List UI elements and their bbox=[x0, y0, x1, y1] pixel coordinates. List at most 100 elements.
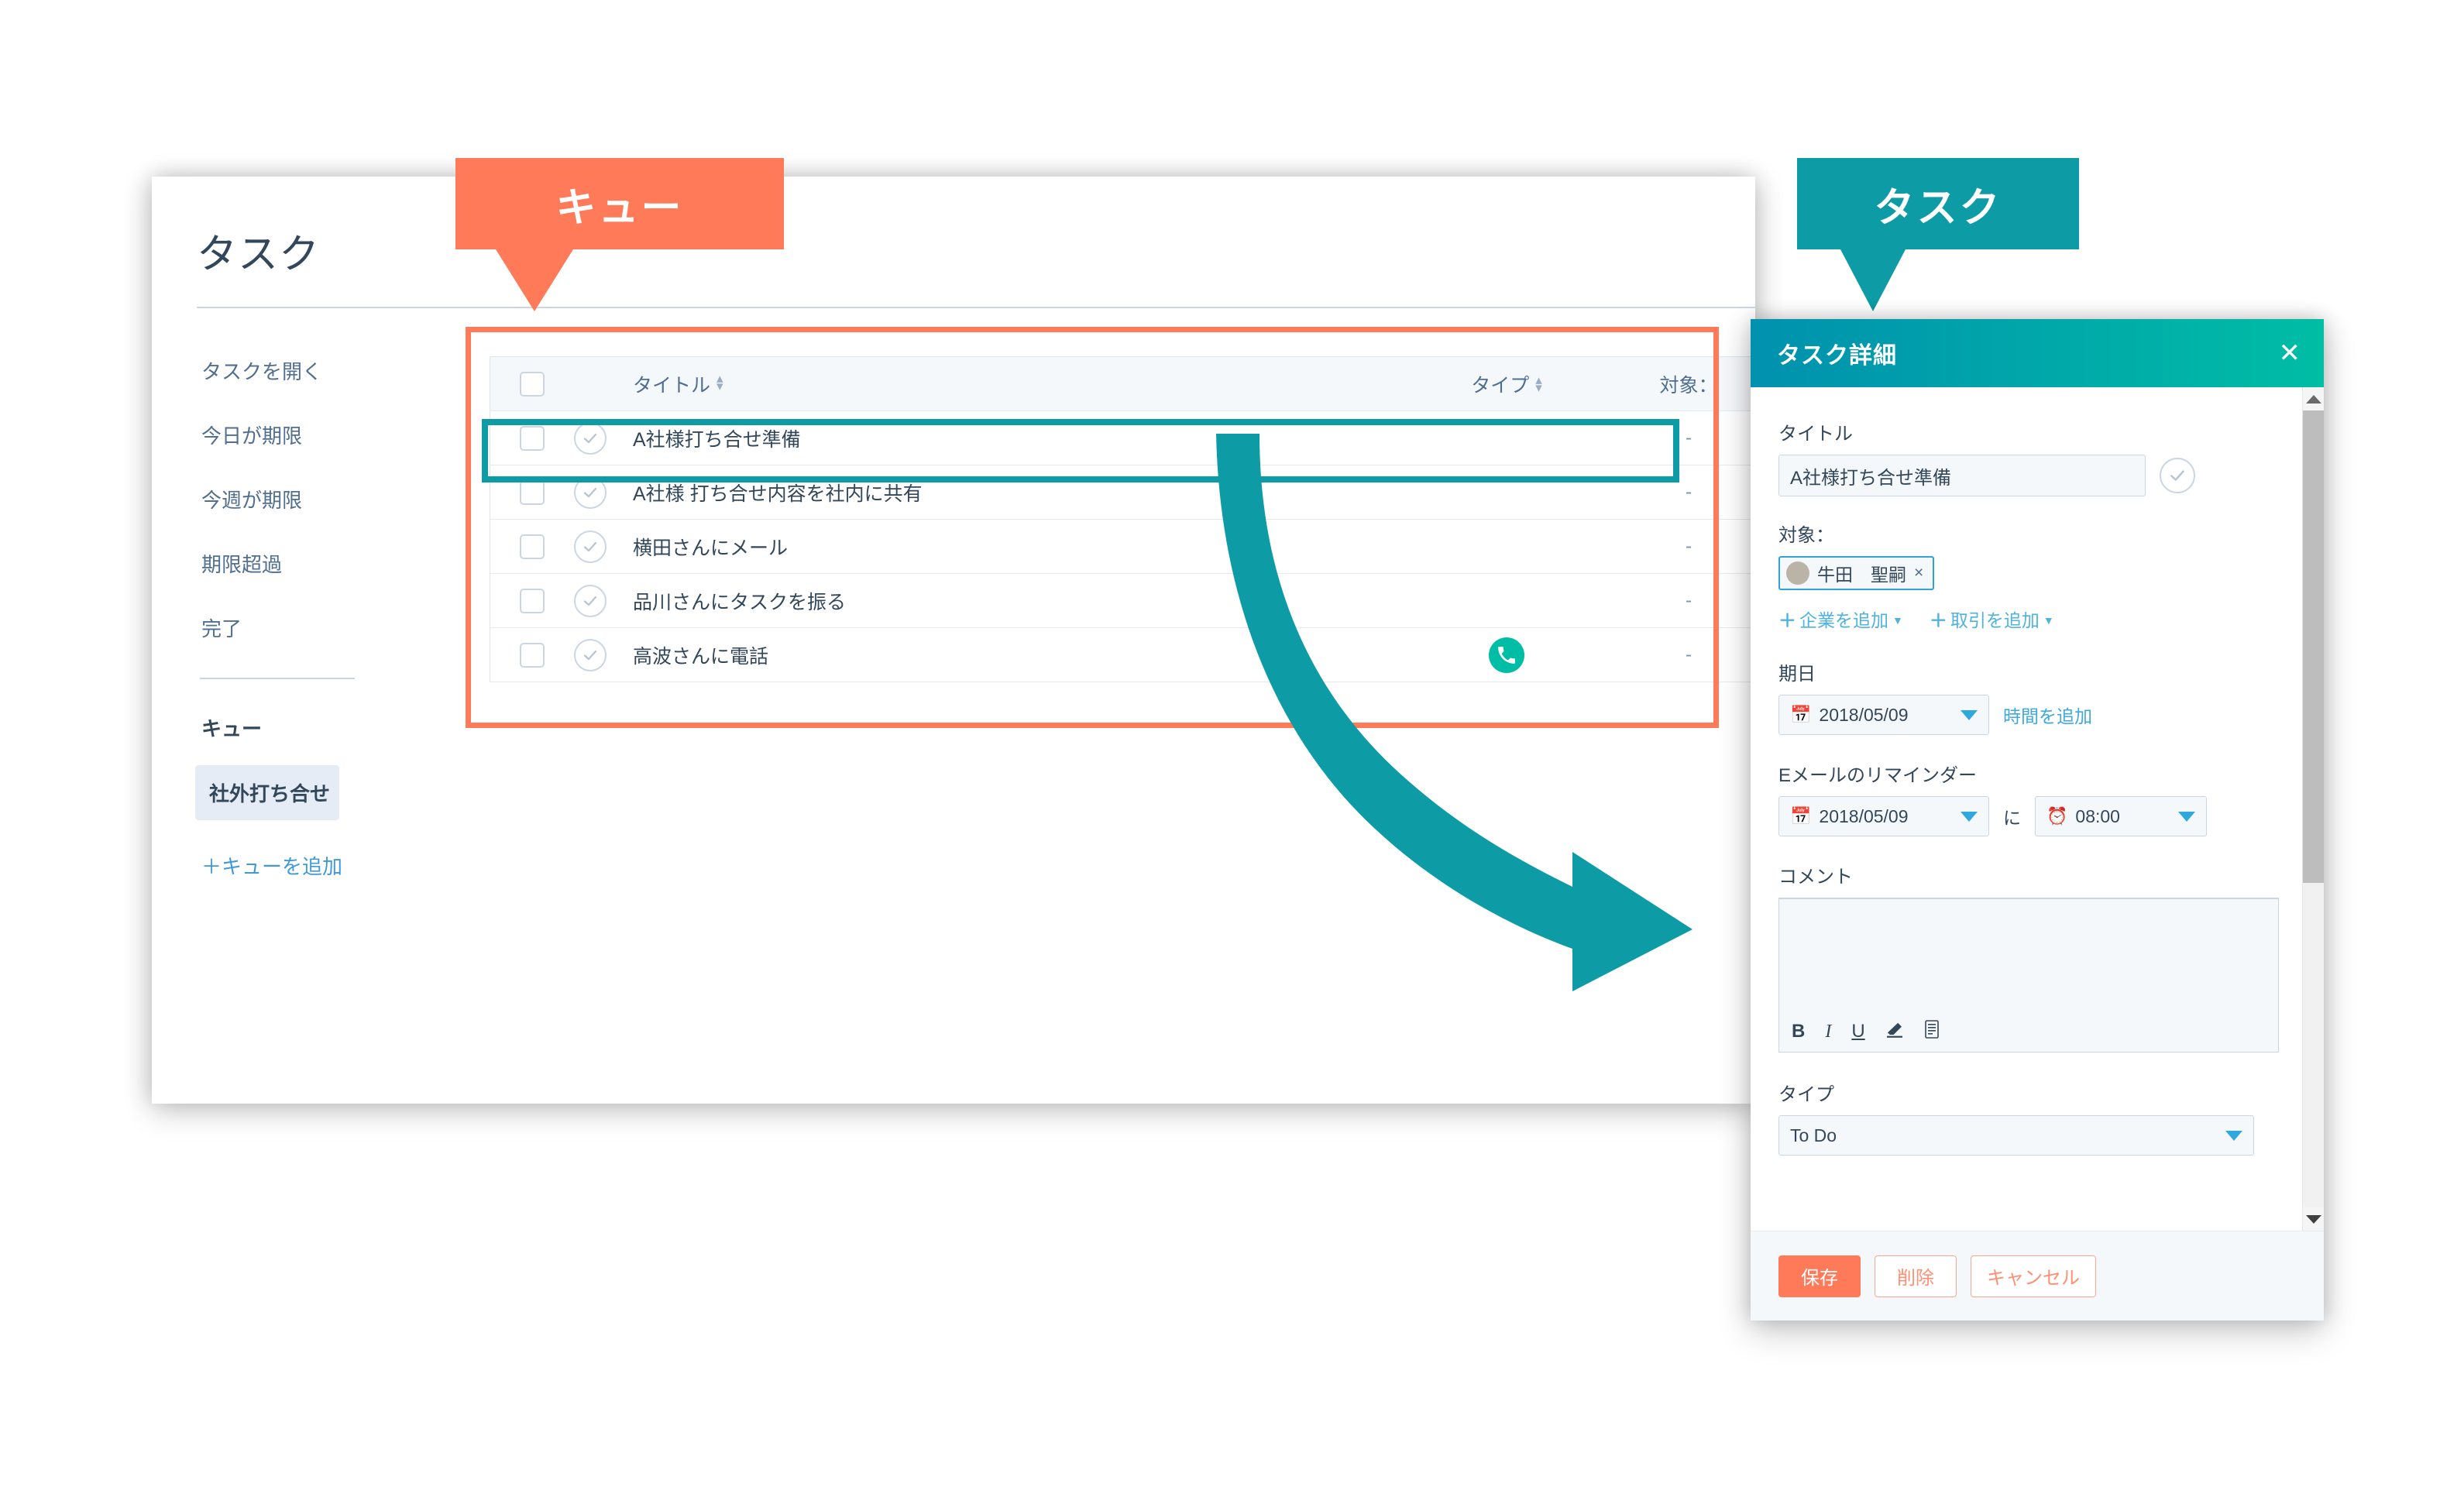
table-header-row: タイトル ▴ ▾ タイプ ▴ ▾ 対象： bbox=[490, 357, 1754, 411]
task-table: タイトル ▴ ▾ タイプ ▴ ▾ 対象： A社様打ち合せ準備 - A社様 打ち合… bbox=[490, 356, 1755, 682]
reminder-time-select[interactable]: ⏰ 08:00 bbox=[2035, 796, 2207, 836]
calendar-icon: 📅 bbox=[1790, 806, 1812, 826]
complete-task-icon[interactable] bbox=[574, 476, 607, 509]
column-header-title[interactable]: タイトル ▴ ▾ bbox=[630, 370, 1390, 398]
type-select[interactable]: To Do bbox=[1778, 1115, 2254, 1156]
row-checkbox[interactable] bbox=[520, 588, 545, 613]
chevron-down-icon bbox=[1961, 709, 1978, 720]
delete-button[interactable]: 削除 bbox=[1875, 1255, 1957, 1297]
row-title[interactable]: 品川さんにタスクを振る bbox=[630, 587, 1390, 615]
row-status-cell bbox=[574, 421, 630, 455]
select-all-checkbox[interactable] bbox=[520, 371, 545, 397]
reminder-label: Eメールのリマインダー bbox=[1778, 765, 1978, 786]
add-company-label: 企業を追加 bbox=[1799, 610, 1888, 630]
sort-caret-icon[interactable]: ▴ ▾ bbox=[717, 372, 723, 393]
type-label: タイプ bbox=[1778, 1084, 1834, 1105]
calendar-icon: 📅 bbox=[1790, 705, 1812, 724]
sidebar-item-completed[interactable]: 完了 bbox=[195, 613, 389, 642]
comment-editor[interactable]: B I U bbox=[1778, 898, 2279, 1053]
assignee-chip[interactable]: 牛田 聖嗣 × bbox=[1778, 556, 1935, 590]
row-status-cell bbox=[574, 638, 630, 671]
row-checkbox[interactable] bbox=[520, 479, 545, 505]
assignee-name: 牛田 聖嗣 bbox=[1817, 565, 1906, 585]
title-input[interactable]: A社様打ち合せ準備 bbox=[1778, 455, 2146, 496]
sidebar-item-due-this-week[interactable]: 今週が期限 bbox=[195, 485, 389, 513]
underline-icon[interactable]: U bbox=[1851, 1022, 1864, 1041]
add-company-link[interactable]: ＋企業を追加 ▼ bbox=[1778, 606, 1903, 632]
panel-scrollbar[interactable] bbox=[2302, 387, 2324, 1231]
sort-caret-icon[interactable]: ▴ ▾ bbox=[1535, 373, 1542, 394]
complete-task-icon[interactable] bbox=[574, 638, 607, 671]
close-icon[interactable]: ✕ bbox=[2279, 340, 2301, 366]
scroll-up-button[interactable] bbox=[2303, 387, 2324, 410]
row-status-cell bbox=[574, 584, 630, 617]
table-row[interactable]: 品川さんにタスクを振る - bbox=[490, 574, 1754, 628]
italic-icon[interactable]: I bbox=[1825, 1022, 1831, 1041]
scroll-down-button[interactable] bbox=[2303, 1207, 2324, 1231]
complete-task-icon[interactable] bbox=[574, 584, 607, 617]
panel-footer: 保存 削除 キャンセル bbox=[1751, 1231, 2324, 1320]
sidebar-item-open-tasks[interactable]: タスクを開く bbox=[195, 356, 389, 385]
table-row[interactable]: 高波さんに電話 - bbox=[490, 628, 1754, 682]
alarm-clock-icon: ⏰ bbox=[2046, 806, 2068, 826]
due-date-label: 期日 bbox=[1778, 664, 1816, 685]
complete-task-icon[interactable] bbox=[574, 421, 607, 455]
sidebar-item-overdue[interactable]: 期限超過 bbox=[195, 549, 389, 578]
title-field-label: タイトル bbox=[1778, 424, 1853, 445]
add-association-links: ＋企業を追加 ▼ ＋取引を追加 ▼ bbox=[1778, 606, 2279, 632]
callout-queue-tail bbox=[496, 249, 573, 311]
row-checkbox[interactable] bbox=[520, 425, 545, 451]
complete-task-icon[interactable] bbox=[574, 530, 607, 563]
add-queue-link[interactable]: ＋キューを追加 bbox=[195, 851, 389, 880]
table-row[interactable]: 横田さんにメール - bbox=[490, 520, 1754, 574]
sidebar-item-due-today[interactable]: 今日が期限 bbox=[195, 421, 389, 449]
row-status-cell bbox=[574, 530, 630, 563]
row-select-cell bbox=[490, 479, 574, 505]
row-title[interactable]: A社様打ち合せ準備 bbox=[630, 424, 1390, 452]
row-target: - bbox=[1623, 427, 1754, 449]
scrollbar-thumb[interactable] bbox=[2303, 410, 2324, 883]
bold-icon[interactable]: B bbox=[1792, 1022, 1805, 1041]
due-date-select[interactable]: 📅 2018/05/09 bbox=[1778, 695, 1989, 735]
cancel-button[interactable]: キャンセル bbox=[1971, 1255, 2096, 1297]
clear-format-icon[interactable] bbox=[1885, 1020, 1904, 1042]
more-options-icon[interactable] bbox=[1924, 1020, 1940, 1042]
add-time-link[interactable]: 時間を追加 bbox=[2003, 702, 2092, 728]
column-header-type[interactable]: タイプ ▴ ▾ bbox=[1390, 370, 1623, 398]
row-target: - bbox=[1623, 589, 1754, 612]
row-checkbox[interactable] bbox=[520, 534, 545, 559]
sidebar-queue-item-external-meeting[interactable]: 社外打ち合せ bbox=[195, 765, 339, 820]
callout-queue: キュー bbox=[455, 158, 784, 311]
chevron-down-icon bbox=[2178, 811, 2195, 822]
add-deal-link[interactable]: ＋取引を追加 ▼ bbox=[1930, 606, 2054, 632]
reminder-date-value: 2018/05/09 bbox=[1819, 805, 1909, 826]
screenshot-root: タスク タスクを開く 今日が期限 今週が期限 期限超過 完了 キュー 社外打ち合… bbox=[0, 0, 2464, 1487]
row-title[interactable]: 高波さんに電話 bbox=[630, 641, 1390, 669]
row-target-value: - bbox=[1685, 535, 1692, 557]
row-target: - bbox=[1623, 644, 1754, 666]
page-title: タスク bbox=[197, 232, 321, 277]
mark-complete-icon[interactable] bbox=[2160, 458, 2195, 493]
row-select-cell bbox=[490, 425, 574, 451]
row-title[interactable]: A社様 打ち合せ内容を社内に共有 bbox=[630, 479, 1390, 507]
row-type bbox=[1390, 637, 1623, 673]
reminder-date-select[interactable]: 📅 2018/05/09 bbox=[1778, 796, 1989, 836]
row-title[interactable]: 横田さんにメール bbox=[630, 533, 1390, 561]
panel-title: タスク詳細 bbox=[1777, 343, 1897, 369]
row-target-value: - bbox=[1685, 589, 1692, 611]
panel-header: タスク詳細 ✕ bbox=[1751, 319, 2324, 387]
row-target-value: - bbox=[1685, 644, 1692, 665]
table-row[interactable]: A社様 打ち合せ内容を社内に共有 - bbox=[490, 465, 1754, 520]
save-button[interactable]: 保存 bbox=[1778, 1255, 1861, 1297]
plus-icon: ＋ bbox=[1778, 610, 1796, 630]
chevron-down-icon bbox=[2225, 1130, 2242, 1141]
row-select-cell bbox=[490, 642, 574, 668]
remove-assignee-icon[interactable]: × bbox=[1914, 564, 1923, 582]
avatar bbox=[1786, 561, 1809, 585]
row-status-cell bbox=[574, 476, 630, 509]
queue-heading: キュー bbox=[201, 717, 263, 740]
table-row[interactable]: A社様打ち合せ準備 - bbox=[490, 411, 1754, 465]
row-checkbox[interactable] bbox=[520, 642, 545, 668]
add-deal-label: 取引を追加 bbox=[1950, 610, 2040, 630]
column-header-target[interactable]: 対象： bbox=[1623, 370, 1754, 398]
